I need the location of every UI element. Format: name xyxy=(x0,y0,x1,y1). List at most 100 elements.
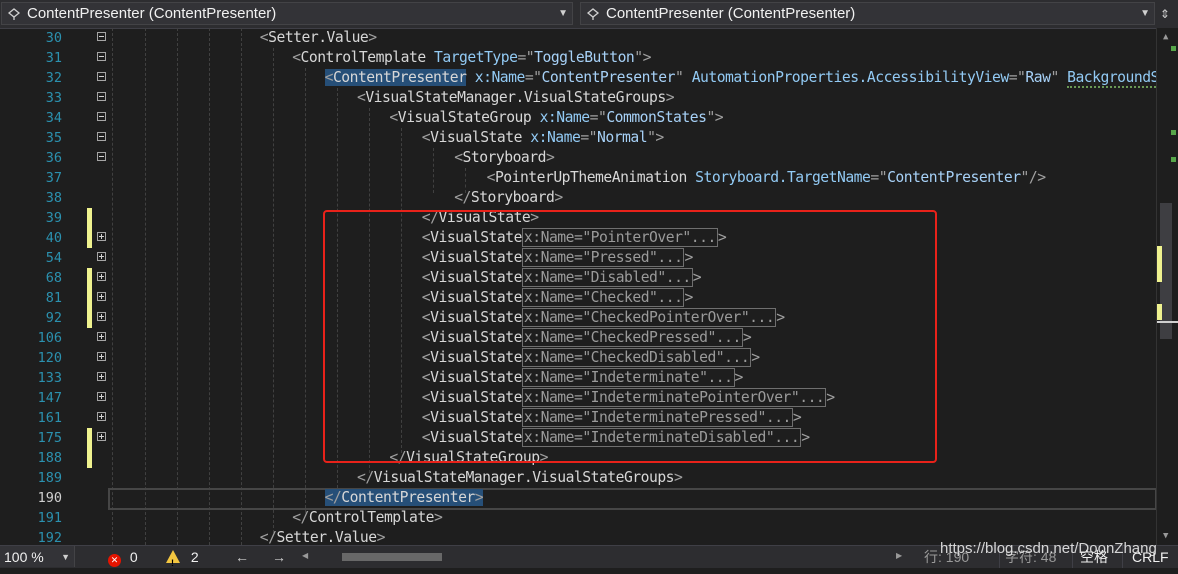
code-token: < xyxy=(421,129,431,146)
collapse-icon[interactable] xyxy=(97,72,106,81)
code-token: "/> xyxy=(1020,169,1047,186)
nav-forward-arrow-icon[interactable]: → xyxy=(272,546,286,568)
code-line[interactable]: 33 <VisualStateManager.VisualStateGroups> xyxy=(0,88,1156,108)
line-number: 34 xyxy=(45,110,62,126)
code-line[interactable]: 31 <ControlTemplate TargetType="ToggleBut… xyxy=(0,48,1156,68)
line-number: 31 xyxy=(45,50,62,66)
code-line[interactable]: 34 <VisualStateGroup x:Name="CommonStates… xyxy=(0,108,1156,128)
code-token: Storyboard xyxy=(462,149,547,166)
code-token: > xyxy=(545,149,555,166)
line-number: 68 xyxy=(45,270,62,286)
expand-icon[interactable] xyxy=(97,412,106,421)
scroll-left-icon[interactable]: ◀ xyxy=(302,545,308,567)
class-icon xyxy=(7,8,21,20)
code-token: =" xyxy=(589,109,607,126)
class-icon xyxy=(586,8,600,20)
code-token: </ xyxy=(259,529,277,545)
expand-icon[interactable] xyxy=(97,312,106,321)
warning-count[interactable]: 2 xyxy=(166,546,199,574)
error-icon: ✕ xyxy=(108,554,121,567)
code-text: <VisualState x:Name="Normal"> xyxy=(422,128,664,148)
code-editor[interactable]: 30 <Setter.Value> 31 <ControlTemplate Targe… xyxy=(0,28,1156,545)
error-count-value: 0 xyxy=(129,549,138,565)
chevron-down-icon: ▼ xyxy=(61,552,70,562)
expand-icon[interactable] xyxy=(97,432,106,441)
line-number: 32 xyxy=(45,70,62,86)
code-text: </Setter.Value> xyxy=(259,528,386,545)
collapse-icon[interactable] xyxy=(97,92,106,101)
code-line[interactable]: 189 </VisualStateManager.VisualStateGroup… xyxy=(0,468,1156,488)
type-navigation-dropdown[interactable]: ContentPresenter (ContentPresenter) ▼ xyxy=(1,2,573,25)
code-token: x:Name xyxy=(530,129,581,146)
line-number: 191 xyxy=(37,510,62,526)
line-number: 175 xyxy=(37,430,62,446)
change-marker xyxy=(87,428,92,448)
code-token: Normal xyxy=(597,129,648,146)
expand-icon[interactable] xyxy=(97,372,106,381)
line-number: 120 xyxy=(37,350,62,366)
code-token: < xyxy=(454,149,463,166)
split-window-icon[interactable]: ⇕ xyxy=(1156,4,1174,22)
caret-position-marker xyxy=(1157,321,1178,323)
collapse-icon[interactable] xyxy=(97,132,106,141)
code-text: </Storyboard> xyxy=(454,188,563,208)
line-number: 161 xyxy=(37,410,62,426)
code-line[interactable]: 191 </ControlTemplate> xyxy=(0,508,1156,528)
expand-icon[interactable] xyxy=(97,232,106,241)
code-token: </ xyxy=(292,509,309,526)
code-line[interactable]: 35 <VisualState x:Name="Normal"> xyxy=(0,128,1156,148)
expand-icon[interactable] xyxy=(97,332,106,341)
code-token: > xyxy=(665,89,675,106)
collapse-icon[interactable] xyxy=(97,152,106,161)
status-bar: 100 % ▼ ✕ 0 2 ← → ◀ ▶ 行: 190 字符: 48 空格 C… xyxy=(0,540,1178,574)
line-number: 37 xyxy=(45,170,62,186)
code-token: Storyboard xyxy=(470,189,555,206)
code-token: =" xyxy=(517,49,535,66)
code-text: <Storyboard> xyxy=(454,148,555,168)
code-line[interactable]: 38 </Storyboard> xyxy=(0,188,1156,208)
expand-icon[interactable] xyxy=(97,292,106,301)
expand-icon[interactable] xyxy=(97,252,106,261)
line-number: 147 xyxy=(37,390,62,406)
horizontal-scrollbar[interactable]: ◀ ▶ xyxy=(300,551,912,563)
horizontal-scrollbar-thumb[interactable] xyxy=(342,553,442,561)
code-text: <ContentPresenter x:Name="ContentPresent… xyxy=(324,68,1156,88)
change-marker xyxy=(87,448,92,468)
code-token: ContentPresenter xyxy=(541,69,676,86)
code-token: < xyxy=(389,109,398,126)
scroll-down-icon[interactable]: ▼ xyxy=(1163,531,1168,541)
expand-icon[interactable] xyxy=(97,392,106,401)
line-number: 40 xyxy=(45,230,62,246)
code-token: VisualState xyxy=(430,129,531,146)
code-token: =" xyxy=(870,169,888,186)
bookmark-mark xyxy=(1171,46,1176,51)
vertical-scrollbar[interactable]: ▲ ▼ xyxy=(1156,28,1178,545)
nav-back-arrow-icon[interactable]: ← xyxy=(235,546,249,568)
expand-icon[interactable] xyxy=(97,272,106,281)
chevron-down-icon: ▼ xyxy=(558,8,568,19)
code-token: TargetType xyxy=(434,49,518,66)
scroll-right-icon[interactable]: ▶ xyxy=(896,545,902,567)
line-number: 54 xyxy=(45,250,62,266)
member-navigation-dropdown[interactable]: ContentPresenter (ContentPresenter) ▼ xyxy=(580,2,1155,25)
expand-icon[interactable] xyxy=(97,352,106,361)
code-line[interactable]: 37 <PointerUpThemeAnimation Storyboard.Ta… xyxy=(0,168,1156,188)
code-token: x:Name xyxy=(474,69,526,86)
code-line[interactable]: 190 </ContentPresenter> xyxy=(0,488,1156,508)
zoom-dropdown[interactable]: 100 % ▼ xyxy=(0,546,75,567)
error-count[interactable]: ✕ 0 xyxy=(108,546,138,568)
line-number: 92 xyxy=(45,310,62,326)
code-line[interactable]: 36 <Storyboard> xyxy=(0,148,1156,168)
change-marker xyxy=(87,228,92,248)
collapse-icon[interactable] xyxy=(97,52,106,61)
scroll-up-icon[interactable]: ▲ xyxy=(1163,32,1168,42)
collapse-icon[interactable] xyxy=(97,112,106,121)
code-line[interactable]: 30 <Setter.Value> xyxy=(0,28,1156,48)
code-token: VisualStateManager.VisualStateGroups xyxy=(373,469,675,486)
code-line[interactable]: 32 <ContentPresenter x:Name="ContentPrese… xyxy=(0,68,1156,88)
change-marker xyxy=(87,268,92,288)
code-token: CommonStates xyxy=(606,109,707,126)
collapse-icon[interactable] xyxy=(97,32,106,41)
line-number: 39 xyxy=(45,210,62,226)
